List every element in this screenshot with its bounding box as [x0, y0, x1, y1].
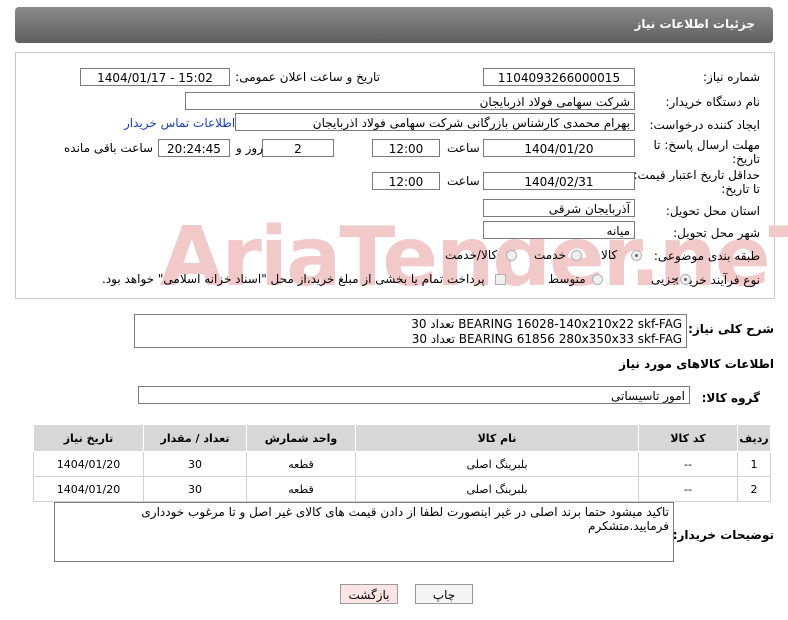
back-button[interactable]: بازگشت [340, 584, 398, 604]
goods-group-label: گروه کالا: [701, 391, 760, 405]
description-line-1: BEARING 16028-140x210x22 skf-FAG تعداد 3… [411, 317, 682, 331]
cell-row-number: 1 [737, 451, 771, 477]
col-header-item-name: نام کالا [355, 424, 639, 452]
payment-note: پرداخت تمام یا بخشی از مبلغ خرید،از محل … [102, 272, 485, 286]
description-line-2: BEARING 61856 280x350x33 skf-FAG تعداد 3… [411, 332, 682, 346]
items-table-header-row: ردیف کد کالا نام کالا واحد شمارش تعداد /… [33, 424, 771, 452]
cell-item-name: بلبرینگ اصلی [355, 476, 639, 502]
col-header-row-number: ردیف [737, 424, 771, 452]
days-label: روز و [236, 141, 263, 155]
print-button[interactable]: چاپ [415, 584, 473, 604]
announce-datetime-field: 1404/01/17 - 15:02 [80, 68, 230, 86]
cell-unit: قطعه [246, 451, 356, 477]
remaining-time-field: 20:24:45 [158, 139, 230, 157]
validity-date-field: 1404/02/31 [483, 172, 635, 190]
category-goods-label: کالا [601, 248, 618, 262]
cell-quantity: 30 [143, 476, 247, 502]
col-header-need-date: تاریخ نیاز [33, 424, 144, 452]
category-radio-service[interactable] [571, 250, 582, 261]
cell-item-code: -- [638, 476, 738, 502]
city-field: میانه [483, 221, 635, 239]
need-number-label: شماره نیاز: [703, 70, 760, 84]
description-textarea[interactable]: BEARING 16028-140x210x22 skf-FAG تعداد 3… [134, 314, 687, 348]
validity-label: حداقل تاریخ اعتبار قیمت: [633, 168, 760, 182]
validity-label-2: تا تاریخ: [721, 182, 760, 196]
items-table: ردیف کد کالا نام کالا واحد شمارش تعداد /… [33, 424, 771, 502]
category-label: طبقه بندی موضوعی: [653, 249, 760, 263]
cell-need-date: 1404/01/20 [33, 476, 144, 502]
cell-quantity: 30 [143, 451, 247, 477]
deadline-label: مهلت ارسال پاسخ: تا [653, 138, 760, 152]
category-service-label: خدمت [534, 248, 566, 262]
col-header-item-code: کد کالا [638, 424, 738, 452]
buyer-org-field: شرکت سهامی فولاد اذربایجان [185, 92, 635, 110]
deadline-date-field: 1404/01/20 [483, 139, 635, 157]
validity-time-field: 12:00 [372, 172, 440, 190]
province-field: آذربایجان شرقی [483, 199, 635, 217]
description-label: شرح کلی نیاز: [688, 322, 774, 336]
city-label: شهر محل تحویل: [673, 226, 760, 240]
creator-field: بهرام محمدی کارشناس بازرگانی شرکت سهامی … [235, 113, 635, 131]
validity-time-label: ساعت [447, 174, 480, 188]
buyer-notes-label: توضیحات خریدار: [672, 528, 774, 542]
col-header-unit: واحد شمارش [246, 424, 356, 452]
treasury-payment-checkbox[interactable] [495, 274, 506, 285]
buyer-notes-textarea[interactable]: تاکید میشود حتما برند اصلی در غیر اینصور… [54, 502, 674, 562]
process-medium-label: متوسط [548, 272, 586, 286]
buyer-org-label: نام دستگاه خریدار: [665, 95, 761, 109]
buyer-contact-link[interactable]: اطلاعات تماس خریدار [124, 116, 235, 130]
process-radio-medium[interactable] [592, 274, 603, 285]
days-remaining-field: 2 [262, 139, 334, 157]
cell-need-date: 1404/01/20 [33, 451, 144, 477]
cell-item-code: -- [638, 451, 738, 477]
deadline-label-2: تاریخ: [732, 152, 760, 166]
remaining-label: ساعت باقی مانده [64, 141, 154, 155]
goods-info-title: اطلاعات کالاهای مورد نیاز [619, 357, 774, 371]
creator-label: ایجاد کننده درخواست: [649, 118, 760, 132]
category-goods-service-label: کالا/خدمت [445, 248, 498, 262]
announce-label: تاریخ و ساعت اعلان عمومی: [235, 70, 380, 84]
page-header: جزئیات اطلاعات نیاز [15, 7, 773, 43]
cell-row-number: 2 [737, 476, 771, 502]
table-row: 1 -- بلبرینگ اصلی قطعه 30 1404/01/20 [33, 451, 771, 477]
cell-unit: قطعه [246, 476, 356, 502]
table-row: 2 -- بلبرینگ اصلی قطعه 30 1404/01/20 [33, 476, 771, 502]
page-title: جزئیات اطلاعات نیاز [634, 17, 755, 31]
goods-group-field: امور تاسیساتی [138, 386, 690, 404]
deadline-time-label: ساعت [447, 141, 480, 155]
province-label: استان محل تحویل: [665, 204, 760, 218]
category-radio-goods-service[interactable] [506, 250, 517, 261]
process-radio-minor[interactable] [680, 274, 691, 285]
deadline-time-field: 12:00 [372, 139, 440, 157]
need-number-field: 1104093266000015 [483, 68, 635, 86]
process-minor-label: جزیی [651, 272, 679, 286]
category-radio-goods[interactable] [631, 250, 642, 261]
cell-item-name: بلبرینگ اصلی [355, 451, 639, 477]
col-header-quantity: تعداد / مقدار [143, 424, 247, 452]
